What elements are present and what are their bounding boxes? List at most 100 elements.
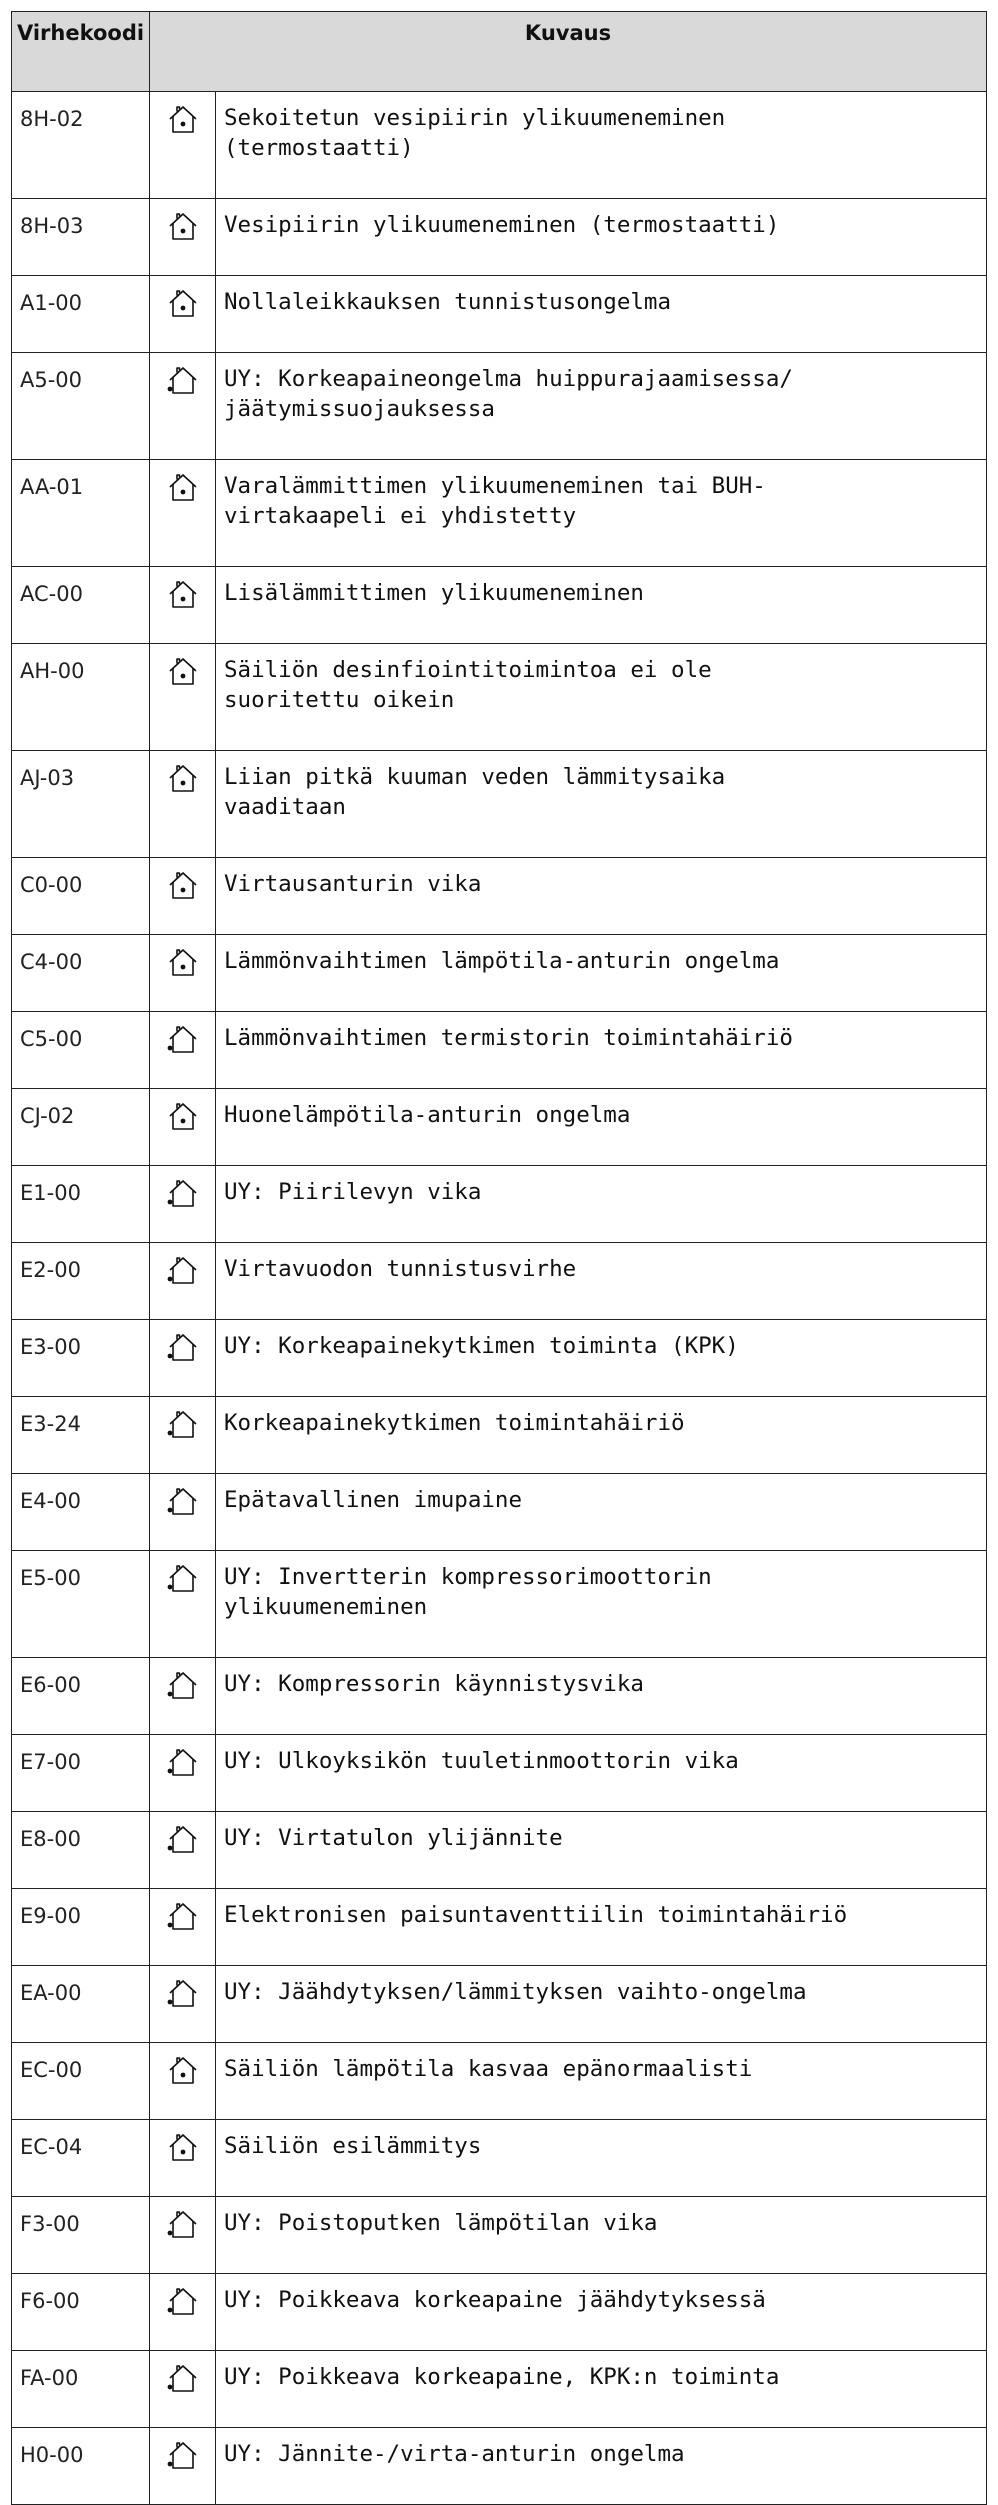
description-cell: Virtavuodon tunnistusvirhe bbox=[214, 1242, 988, 1320]
description-cell: UY: Kompressorin käynnistysvika bbox=[214, 1657, 988, 1735]
table-row: AC-00 Lisälämmittimen ylikuumeneminen bbox=[11, 566, 988, 644]
error-code-table: Virhekoodi Kuvaus 8H-02 Sekoitetun vesipi… bbox=[11, 11, 988, 2505]
table-header-row: Virhekoodi Kuvaus bbox=[11, 11, 988, 92]
description-cell: UY: Jännite-/virta-anturin ongelma bbox=[214, 2427, 988, 2505]
error-code-cell: E3-00 bbox=[11, 1319, 150, 1397]
description-line: UY: Poistoputken lämpötilan vika bbox=[224, 2210, 658, 2236]
house-installer-icon bbox=[166, 1565, 200, 1597]
description-cell: Korkeapainekytkimen toimintahäiriö bbox=[214, 1396, 988, 1474]
icon-cell bbox=[149, 1396, 216, 1474]
error-code-cell: E3-24 bbox=[11, 1396, 150, 1474]
description-line: ylikuumeneminen bbox=[224, 1594, 428, 1620]
description-line: UY: Piirilevyn vika bbox=[224, 1179, 482, 1205]
error-code-cell: E5-00 bbox=[11, 1550, 150, 1658]
description-line: UY: Poikkeava korkeapaine jäähdytyksessä bbox=[224, 2287, 766, 2313]
house-installer-icon bbox=[166, 2211, 200, 2243]
description-cell: Nollaleikkauksen tunnistusongelma bbox=[214, 275, 988, 353]
description-line: UY: Kompressorin käynnistysvika bbox=[224, 1671, 644, 1697]
description-line: UY: Virtatulon ylijännite bbox=[224, 1825, 563, 1851]
description-line: Säiliön desinfiointitoimintoa ei ole bbox=[224, 657, 712, 683]
house-installer-icon bbox=[166, 367, 200, 399]
table-row: AA-01 Varalämmittimen ylikuumeneminen tai… bbox=[11, 459, 988, 567]
description-cell: Säiliön lämpötila kasvaa epänormaalisti bbox=[214, 2042, 988, 2120]
icon-cell bbox=[149, 91, 216, 199]
description-cell: UY: Poikkeava korkeapaine, KPK:n toimint… bbox=[214, 2350, 988, 2428]
description-line: Nollaleikkauksen tunnistusongelma bbox=[224, 289, 672, 315]
error-code-cell: CJ-02 bbox=[11, 1088, 150, 1166]
icon-cell bbox=[149, 1734, 216, 1812]
description-line: Lämmönvaihtimen termistorin toimintahäir… bbox=[224, 1025, 793, 1051]
icon-cell bbox=[149, 1657, 216, 1735]
house-installer-icon bbox=[166, 1180, 200, 1212]
description-cell: Sekoitetun vesipiirin ylikuumeneminen (te… bbox=[214, 91, 988, 199]
description-cell: Vesipiirin ylikuumeneminen (termostaatti… bbox=[214, 198, 988, 276]
error-code-cell: F6-00 bbox=[11, 2273, 150, 2351]
description-cell: Elektronisen paisuntaventtiilin toiminta… bbox=[214, 1888, 988, 1966]
table-row: F6-00 UY: Poikkeava korkeapaine jäähdytyk… bbox=[11, 2273, 988, 2351]
table-row: H0-00 UY: Jännite-/virta-anturin ongelma bbox=[11, 2427, 988, 2505]
house-installer-icon bbox=[166, 2365, 200, 2397]
house-installer-icon bbox=[166, 1488, 200, 1520]
table-row: A1-00 Nollaleikkauksen tunnistusongelma bbox=[11, 275, 988, 353]
house-user-icon bbox=[166, 2134, 200, 2166]
icon-cell bbox=[149, 1242, 216, 1320]
table-row: C0-00 Virtausanturin vika bbox=[11, 857, 988, 935]
description-cell: Huonelämpötila-anturin ongelma bbox=[214, 1088, 988, 1166]
description-line: Epätavallinen imupaine bbox=[224, 1487, 523, 1513]
house-user-icon bbox=[166, 2057, 200, 2089]
description-line: UY: Ulkoyksikön tuuletinmoottorin vika bbox=[224, 1748, 739, 1774]
description-cell: UY: Jäähdytyksen/lämmityksen vaihto-onge… bbox=[214, 1965, 988, 2043]
table-row: FA-00 UY: Poikkeava korkeapaine, KPK:n to… bbox=[11, 2350, 988, 2428]
house-user-icon bbox=[166, 581, 200, 613]
error-code-cell: EC-04 bbox=[11, 2119, 150, 2197]
table-row: 8H-02 Sekoitetun vesipiirin ylikuumenemin… bbox=[11, 91, 988, 199]
description-line: Virtausanturin vika bbox=[224, 871, 482, 897]
description-line: Sekoitetun vesipiirin ylikuumeneminen bbox=[224, 105, 726, 131]
icon-cell bbox=[149, 1473, 216, 1551]
icon-cell bbox=[149, 1965, 216, 2043]
icon-cell bbox=[149, 2119, 216, 2197]
icon-cell bbox=[149, 1811, 216, 1889]
house-user-icon bbox=[166, 765, 200, 797]
error-code-cell: E4-00 bbox=[11, 1473, 150, 1551]
icon-cell bbox=[149, 750, 216, 858]
house-installer-icon bbox=[166, 2442, 200, 2474]
description-line: Varalämmittimen ylikuumeneminen tai BUH- bbox=[224, 473, 766, 499]
house-installer-icon bbox=[166, 1411, 200, 1443]
table-row: C5-00 Lämmönvaihtimen termistorin toimint… bbox=[11, 1011, 988, 1089]
description-cell: UY: Korkeapaineongelma huippurajaamisess… bbox=[214, 352, 988, 460]
description-line: UY: Korkeapainekytkimen toiminta (KPK) bbox=[224, 1333, 739, 1359]
description-cell: UY: Poistoputken lämpötilan vika bbox=[214, 2196, 988, 2274]
error-code-cell: E7-00 bbox=[11, 1734, 150, 1812]
error-code-cell: A1-00 bbox=[11, 275, 150, 353]
description-cell: UY: Invertterin kompressorimoottorin ylik… bbox=[214, 1550, 988, 1658]
house-installer-icon bbox=[166, 1980, 200, 2012]
house-installer-icon bbox=[166, 1826, 200, 1858]
table-row: E2-00 Virtavuodon tunnistusvirhe bbox=[11, 1242, 988, 1320]
description-line: virtakaapeli ei yhdistetty bbox=[224, 503, 577, 529]
error-code-cell: C0-00 bbox=[11, 857, 150, 935]
table-row: E7-00 UY: Ulkoyksikön tuuletinmoottorin v… bbox=[11, 1734, 988, 1812]
icon-cell bbox=[149, 857, 216, 935]
header-description: Kuvaus bbox=[148, 11, 988, 92]
icon-cell bbox=[149, 198, 216, 276]
description-cell: Säiliön esilämmitys bbox=[214, 2119, 988, 2197]
description-cell: Varalämmittimen ylikuumeneminen tai BUH-… bbox=[214, 459, 988, 567]
error-code-cell: E1-00 bbox=[11, 1165, 150, 1243]
icon-cell bbox=[149, 275, 216, 353]
icon-cell bbox=[149, 1550, 216, 1658]
error-code-cell: C4-00 bbox=[11, 934, 150, 1012]
table-row: E9-00 Elektronisen paisuntaventtiilin toi… bbox=[11, 1888, 988, 1966]
description-line: vaaditaan bbox=[224, 794, 346, 820]
error-code-cell: AH-00 bbox=[11, 643, 150, 751]
house-user-icon bbox=[166, 106, 200, 138]
table-row: E3-24 Korkeapainekytkimen toimintahäiriö bbox=[11, 1396, 988, 1474]
table-row: AJ-03 Liian pitkä kuuman veden lämmitysai… bbox=[11, 750, 988, 858]
table-row: AH-00 Säiliön desinfiointitoimintoa ei ol… bbox=[11, 643, 988, 751]
error-code-cell: EC-00 bbox=[11, 2042, 150, 2120]
description-cell: UY: Poikkeava korkeapaine jäähdytyksessä bbox=[214, 2273, 988, 2351]
description-cell: Lisälämmittimen ylikuumeneminen bbox=[214, 566, 988, 644]
description-line: Säiliön esilämmitys bbox=[224, 2133, 482, 2159]
table-row: EC-00 Säiliön lämpötila kasvaa epänormaal… bbox=[11, 2042, 988, 2120]
table-row: E3-00 UY: Korkeapainekytkimen toiminta (K… bbox=[11, 1319, 988, 1397]
